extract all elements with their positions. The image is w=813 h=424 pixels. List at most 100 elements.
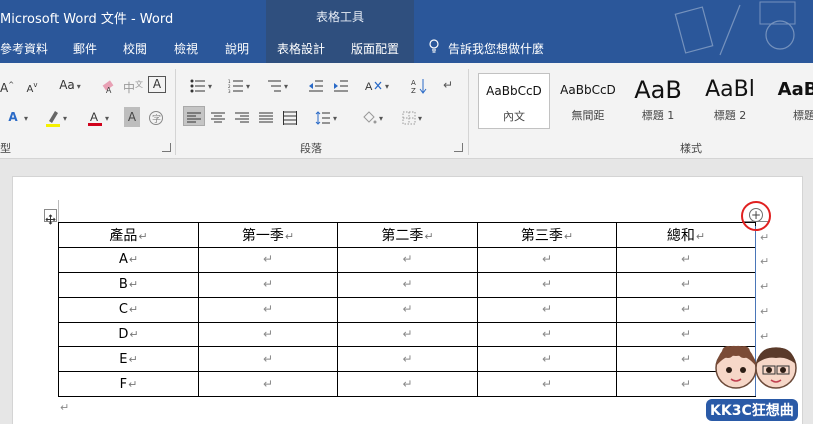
highlight-button[interactable]: ▾: [44, 107, 68, 127]
table-cell[interactable]: ↵: [198, 321, 338, 348]
shading-button[interactable]: ▾: [356, 107, 388, 127]
cell-end-mark: ↵: [424, 229, 434, 243]
table-header-cell[interactable]: 第一季↵: [198, 222, 338, 248]
table-cell[interactable]: F↵: [58, 371, 199, 398]
style-name: 標題 1: [641, 109, 675, 122]
increase-indent-button[interactable]: [331, 75, 351, 95]
table-header-cell[interactable]: 總和↵: [616, 222, 756, 248]
table-header-cell[interactable]: 第三季↵: [477, 222, 617, 248]
ribbon-home: A^ Av Aa ▾ A 中文 A A ▾ ▾ A ▾ A 字 型 ▾ 1 2 3 ▾ ▾…: [0, 63, 813, 159]
style-name: 無間距: [571, 109, 605, 122]
window-title: Microsoft Word 文件 - Word: [0, 12, 174, 27]
change-case-button[interactable]: Aa ▾: [54, 75, 86, 95]
enclose-characters-button[interactable]: 字: [146, 107, 166, 127]
numbering-button[interactable]: 1 2 3 ▾: [224, 75, 254, 95]
table-cell[interactable]: D↵: [58, 321, 199, 348]
distributed-button[interactable]: [280, 107, 300, 127]
sort-button[interactable]: AZ: [410, 75, 428, 95]
header-text: 產品: [109, 227, 138, 244]
show-marks-button[interactable]: ↵: [440, 75, 456, 95]
svg-text:字: 字: [152, 113, 161, 125]
table-cell[interactable]: ↵: [616, 296, 756, 323]
tab-table-design[interactable]: 表格設計: [266, 35, 336, 63]
cell-end-mark: ↵: [128, 377, 138, 391]
align-left-icon: [187, 112, 201, 122]
align-left-button[interactable]: [183, 106, 205, 126]
table-cell[interactable]: ↵: [198, 246, 338, 273]
table-row: B↵ ↵ ↵ ↵ ↵: [58, 271, 756, 298]
style-normal[interactable]: AaBbCcD 內文: [478, 73, 550, 129]
asian-layout-button[interactable]: A ▾: [362, 75, 392, 95]
paragraph-dialog-launcher[interactable]: [454, 143, 463, 152]
tab-mailings[interactable]: 郵件: [73, 35, 97, 63]
decrease-indent-button[interactable]: [306, 75, 326, 95]
character-shading-button[interactable]: A: [124, 107, 140, 127]
style-heading-2[interactable]: AaBl 標題 2: [694, 73, 766, 129]
table-cell[interactable]: ↵: [477, 271, 617, 298]
table-cell[interactable]: E↵: [58, 346, 199, 373]
text-effects-button[interactable]: A: [6, 107, 20, 127]
cell-end-mark: ↵: [262, 252, 274, 267]
style-no-spacing[interactable]: AaBbCcD 無間距: [552, 73, 624, 129]
grow-font-button[interactable]: A^: [0, 75, 14, 95]
table-row: E↵ ↵ ↵ ↵ ↵: [58, 346, 756, 373]
font-dialog-launcher[interactable]: [162, 143, 171, 152]
multilevel-list-button[interactable]: ▾: [262, 75, 292, 95]
style-heading-1[interactable]: AaB 標題 1: [622, 73, 694, 129]
cell-end-mark: ↵: [262, 302, 274, 317]
text-effects-dropdown[interactable]: ▾: [20, 107, 30, 127]
style-sample: AaB: [634, 76, 682, 104]
tab-view[interactable]: 檢視: [174, 35, 198, 63]
cell-text: A: [118, 252, 128, 268]
table-cell[interactable]: ↵: [616, 246, 756, 273]
row-end-mark: ↵: [760, 305, 770, 318]
table-cell[interactable]: ↵: [337, 246, 478, 273]
insert-column-highlight: [741, 201, 771, 231]
table-header-cell[interactable]: 產品↵: [58, 222, 199, 248]
table-cell[interactable]: B↵: [58, 271, 199, 298]
table-cell[interactable]: ↵: [198, 271, 338, 298]
table-cell[interactable]: ↵: [477, 346, 617, 373]
table-cell[interactable]: ↵: [337, 296, 478, 323]
shrink-font-button[interactable]: Av: [24, 75, 40, 95]
table-cell[interactable]: ↵: [337, 346, 478, 373]
cell-end-mark: ↵: [680, 252, 692, 267]
table-cell[interactable]: A↵: [58, 246, 199, 273]
bullets-button[interactable]: ▾: [186, 75, 216, 95]
table-cell[interactable]: C↵: [58, 296, 199, 323]
justify-button[interactable]: [256, 107, 276, 127]
cell-end-mark: ↵: [402, 252, 413, 267]
align-right-button[interactable]: [232, 107, 252, 127]
align-center-button[interactable]: [208, 107, 228, 127]
table-cell[interactable]: ↵: [337, 271, 478, 298]
table-cell[interactable]: ↵: [198, 346, 338, 373]
style-name: 內文: [503, 110, 525, 123]
tab-review[interactable]: 校閱: [123, 35, 147, 63]
table-cell[interactable]: ↵: [616, 271, 756, 298]
table-cell[interactable]: ↵: [477, 371, 617, 398]
table-cell[interactable]: ↵: [198, 296, 338, 323]
table-cell[interactable]: ↵: [477, 321, 617, 348]
style-title[interactable]: AaBb 標題: [768, 73, 813, 129]
phonetic-guide-button[interactable]: 中文: [123, 75, 143, 95]
character-border-button[interactable]: A: [148, 76, 166, 93]
font-color-button[interactable]: A ▾: [84, 107, 112, 127]
style-sample: AaBb: [777, 79, 813, 100]
cell-end-mark: ↵: [563, 229, 574, 243]
table-move-handle-icon[interactable]: [44, 209, 57, 225]
clear-formatting-button[interactable]: A: [100, 75, 118, 95]
borders-button[interactable]: ▾: [396, 107, 428, 127]
cell-end-mark: ↵: [541, 376, 553, 391]
line-spacing-button[interactable]: ▾: [310, 107, 342, 127]
tell-me-search[interactable]: 告訴我您想做什麼: [428, 35, 544, 63]
tab-table-layout[interactable]: 版面配置: [336, 35, 414, 63]
table-cell[interactable]: ↵: [337, 321, 478, 348]
table-cell[interactable]: ↵: [477, 246, 617, 273]
header-text: 第一季: [241, 227, 284, 244]
table-cell[interactable]: ↵: [198, 371, 338, 398]
tab-references[interactable]: 參考資料: [0, 35, 48, 63]
table-header-cell[interactable]: 第二季↵: [337, 222, 478, 248]
table-cell[interactable]: ↵: [337, 371, 478, 398]
table-cell[interactable]: ↵: [477, 296, 617, 323]
tab-help[interactable]: 說明: [225, 35, 249, 63]
